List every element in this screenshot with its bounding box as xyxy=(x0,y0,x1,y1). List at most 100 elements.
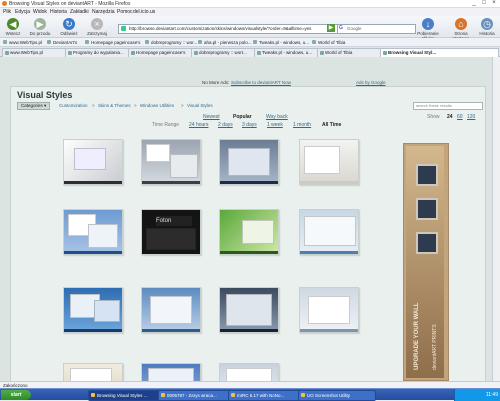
go-button[interactable]: ▶ xyxy=(327,24,335,32)
show-60[interactable]: 60 xyxy=(457,114,463,121)
tab-webtips[interactable]: www.WebTips.pl xyxy=(2,48,73,57)
tab-browsing-visual-styles[interactable]: Browsing Visual Styl... xyxy=(380,48,499,57)
show-24[interactable]: 24 xyxy=(447,114,453,121)
menu-item-tools[interactable]: Narzędzia xyxy=(92,9,115,15)
visual-style-thumbnail[interactable] xyxy=(299,287,359,333)
system-tray: 11:49 xyxy=(454,389,500,401)
visual-style-thumbnail[interactable] xyxy=(141,287,201,333)
search-input[interactable]: G Google xyxy=(337,24,416,34)
downloads-button[interactable]: ↓ Pobieranie plików xyxy=(413,17,443,41)
reload-button[interactable]: ↻ Odśwież xyxy=(56,17,82,37)
status-bar: Zakończono xyxy=(0,381,500,388)
categories-button[interactable]: Categories ▾ xyxy=(17,102,51,110)
visual-style-thumbnail[interactable] xyxy=(141,139,201,185)
page-scrollbar[interactable] xyxy=(492,57,500,381)
visual-style-thumbnail[interactable]: Foton xyxy=(141,209,201,255)
subscribe-link[interactable]: Subscribe to deviantART Now xyxy=(231,80,291,85)
start-button[interactable]: start xyxy=(1,390,31,400)
visual-style-thumbnail[interactable] xyxy=(299,209,359,255)
history-button[interactable]: ◷ Historia xyxy=(476,17,498,37)
tab-dobreprogramy[interactable]: dobreprogramy :: wort... xyxy=(191,48,262,57)
url-bar[interactable]: http://browse.deviantart.com/customizati… xyxy=(118,24,338,34)
firefox-icon xyxy=(2,1,7,6)
menu-item-delicious[interactable]: del.icio.us xyxy=(133,9,155,15)
ad-background: UPGRADE YOUR WALL deviantART PRINTS xyxy=(406,146,444,378)
breadcrumb-windows-utilities[interactable]: Windows Utilities xyxy=(140,102,174,109)
sort-newest[interactable]: Newest xyxy=(203,114,220,121)
taskbar-item-mirc[interactable]: mIRC 6.17 with NoNo... xyxy=(228,390,306,401)
ads-by-google-link[interactable]: Ads by Google xyxy=(356,80,386,85)
visual-style-thumbnail[interactable] xyxy=(63,363,123,381)
visual-style-thumbnail[interactable] xyxy=(219,363,279,381)
sort-way-back[interactable]: Way back xyxy=(266,114,288,121)
visual-style-thumbnail[interactable] xyxy=(219,139,279,185)
menu-item-help[interactable]: Pomoc xyxy=(117,9,133,15)
visual-style-thumbnail[interactable] xyxy=(63,139,123,185)
sort-popular[interactable]: Popular xyxy=(233,114,252,121)
menu-item-file[interactable]: Plik xyxy=(3,9,11,15)
time-1-month[interactable]: 1 month xyxy=(293,122,311,129)
window-title: Browsing Visual Styles on deviantART - M… xyxy=(9,1,131,7)
visual-style-thumbnail[interactable] xyxy=(219,209,279,255)
history-label: Historia xyxy=(479,31,495,36)
prints-ad-banner[interactable]: UPGRADE YOUR WALL deviantART PRINTS xyxy=(403,143,449,381)
menu-item-history[interactable]: Historia xyxy=(50,9,67,15)
menu-item-bookmarks[interactable]: Zakładki xyxy=(70,9,89,15)
time-3-days[interactable]: 3 days xyxy=(242,122,257,129)
breadcrumb-separator: > xyxy=(92,103,95,108)
ad-frame-image xyxy=(416,198,438,220)
home-button[interactable]: ⌂ Strona startowa xyxy=(447,17,475,41)
taskbar-item-zarys[interactable]: 0005787 - Zarys wraca... xyxy=(158,390,236,401)
bookmark-item[interactable]: Tweaks.pl - windows, u... xyxy=(253,40,309,45)
filter-results-input[interactable]: search these results xyxy=(413,102,483,110)
forward-button[interactable]: ▶ Do przodu xyxy=(27,17,53,37)
tab-tweaks[interactable]: Tweaks.pl - windows, u... xyxy=(254,48,325,57)
minimize-button[interactable]: _ xyxy=(470,0,478,7)
taskbar-item-firefox[interactable]: Browsing Visual Styles ... xyxy=(88,390,166,401)
bookmark-item[interactable]: World of Tibia xyxy=(312,40,345,45)
close-button[interactable]: × xyxy=(490,0,498,7)
ad-frame-image xyxy=(416,232,438,254)
breadcrumb-skins-themes[interactable]: Skins & Themes xyxy=(98,102,131,109)
ad-bar: No More Ads: Subscribe to deviantART Now… xyxy=(0,57,492,85)
tab-world-of-tibia[interactable]: World of Tibia xyxy=(317,48,388,57)
menu-item-view[interactable]: Widok xyxy=(33,9,47,15)
time-2-days[interactable]: 2 days xyxy=(218,122,233,129)
back-label: Wstecz xyxy=(5,31,21,36)
bookmark-item[interactable]: DeviantArt's xyxy=(47,40,77,45)
bookmark-item[interactable]: Homepage pageincase's xyxy=(85,40,140,45)
breadcrumb-visual-styles[interactable]: Visual Styles xyxy=(187,102,213,109)
bookmark-item[interactable]: dobreprogramy :: wor... xyxy=(145,40,197,45)
time-all-time[interactable]: All Time xyxy=(322,122,341,129)
visual-style-thumbnail[interactable] xyxy=(219,287,279,333)
gallery-panel: Visual Styles Categories ▾ Customization… xyxy=(10,86,486,381)
breadcrumb-customization[interactable]: Customization xyxy=(59,102,88,109)
visual-style-thumbnail[interactable] xyxy=(63,287,123,333)
tab-programy[interactable]: Programy do wypalania... xyxy=(65,48,136,57)
download-icon: ↓ xyxy=(422,18,434,30)
show-label: Show xyxy=(427,114,440,120)
taskbar-item-uo-screenshot[interactable]: UO Screenshot Utility xyxy=(298,390,376,401)
stop-button[interactable]: × Zatrzymaj xyxy=(84,17,110,37)
breadcrumb: Categories ▾ Customization > Skins & The… xyxy=(17,102,483,110)
visual-style-thumbnail[interactable] xyxy=(141,363,201,381)
bookmark-item[interactable]: www.WebTips.pl xyxy=(3,40,42,45)
menu-item-edit[interactable]: Edycja xyxy=(15,9,30,15)
visual-style-thumbnail[interactable] xyxy=(299,139,359,185)
bookmark-item[interactable]: aha.pl - pierwsza polo... xyxy=(198,40,252,45)
time-24-hours[interactable]: 24 hours xyxy=(189,122,208,129)
back-arrow-icon: ◀ xyxy=(7,18,19,30)
show-120[interactable]: 120 xyxy=(467,114,475,121)
page-content: No More Ads: Subscribe to deviantART Now… xyxy=(0,57,492,381)
filter-placeholder: search these results xyxy=(416,103,452,108)
ad-subline: deviantART PRINTS xyxy=(432,324,438,370)
tab-homepage[interactable]: Homepage pageincase's xyxy=(128,48,199,57)
time-1-week[interactable]: 1 week xyxy=(267,122,283,129)
menu-bar: Plik Edycja Widok Historia Zakładki Narz… xyxy=(0,8,500,16)
home-icon: ⌂ xyxy=(455,18,467,30)
visual-style-thumbnail[interactable] xyxy=(63,209,123,255)
maximize-button[interactable]: □ xyxy=(480,0,488,7)
google-icon: G xyxy=(339,25,343,31)
ad-frame-image xyxy=(416,164,438,186)
back-button[interactable]: ◀ Wstecz xyxy=(0,17,26,37)
